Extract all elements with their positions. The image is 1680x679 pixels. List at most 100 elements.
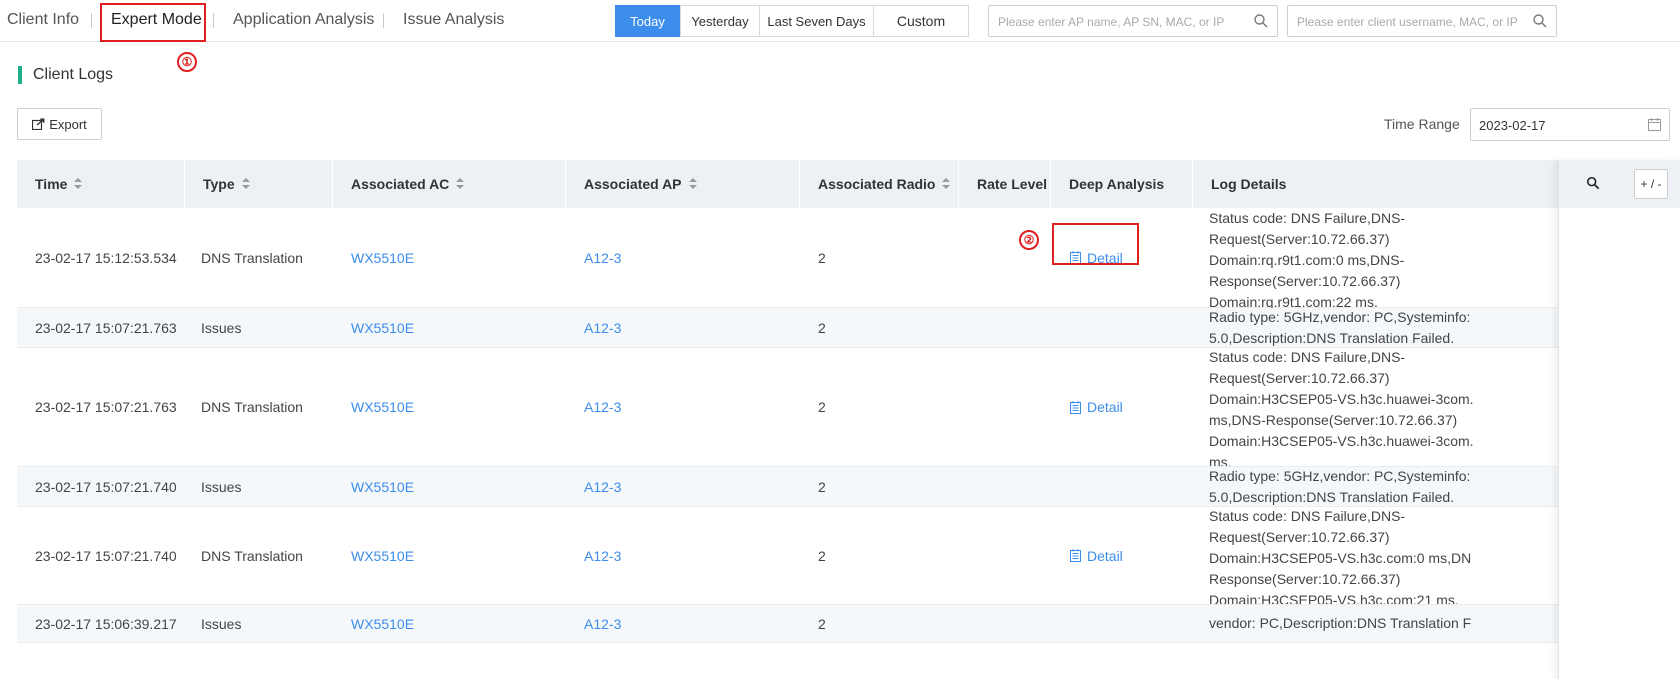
column-label: Log Details: [1211, 176, 1287, 192]
table-row[interactable]: 23-02-17 15:12:53.534 DNS Translation WX…: [17, 208, 1680, 308]
annotation-box-detail: [1052, 223, 1139, 265]
client-logs-table: Time Type Associated AC Associated AP As…: [17, 160, 1680, 643]
export-button[interactable]: Export: [17, 108, 102, 140]
table-header: Time Type Associated AC Associated AP As…: [17, 160, 1680, 208]
nav-divider: [383, 13, 384, 28]
export-label: Export: [49, 116, 87, 132]
search-icon[interactable]: [1586, 176, 1600, 190]
detail-label: Detail: [1087, 399, 1123, 415]
cell-associated-ap-link[interactable]: A12-3: [566, 308, 621, 347]
date-custom-button[interactable]: Custom: [873, 5, 969, 37]
cell-type: Issues: [201, 478, 242, 495]
cell-associated-ap-link[interactable]: A12-3: [566, 605, 621, 642]
sort-icon[interactable]: [688, 178, 697, 190]
cell-log-details: Radio type: 5GHz,vendor: PC,Systeminfo: …: [1209, 468, 1471, 505]
calendar-icon[interactable]: [1648, 118, 1661, 131]
column-associated-radio[interactable]: Associated Radio: [800, 160, 959, 208]
table-body: 23-02-17 15:12:53.534 DNS Translation WX…: [17, 208, 1680, 643]
cell-time: 23-02-17 15:07:21.763: [35, 319, 177, 336]
cell-type: DNS Translation: [201, 399, 303, 415]
column-toggle-button[interactable]: + / -: [1634, 169, 1668, 199]
column-label: Deep Analysis: [1069, 176, 1165, 192]
cell-associated-ap-link[interactable]: A12-3: [566, 467, 621, 506]
sort-icon[interactable]: [942, 178, 951, 190]
cell-type: DNS Translation: [201, 547, 303, 564]
section-accent-bar: [18, 66, 22, 84]
cell-radio: 2: [818, 615, 826, 632]
cell-radio: 2: [818, 319, 826, 336]
cell-associated-ap-link[interactable]: A12-3: [566, 507, 621, 604]
sort-icon[interactable]: [74, 178, 83, 190]
cell-time: 23-02-17 15:12:53.534: [35, 249, 177, 266]
date-yesterday-button[interactable]: Yesterday: [680, 5, 760, 37]
cell-log-details: Radio type: 5GHz,vendor: PC,Systeminfo: …: [1209, 309, 1471, 346]
top-nav-bar: Client Info Expert Mode Application Anal…: [0, 0, 1680, 42]
column-associated-ac[interactable]: Associated AC: [333, 160, 566, 208]
column-label: Associated Radio: [818, 176, 936, 192]
cell-associated-ac-link[interactable]: WX5510E: [333, 348, 414, 466]
column-type[interactable]: Type: [185, 160, 333, 208]
time-range-label: Time Range: [1384, 116, 1460, 132]
table-row[interactable]: 23-02-17 15:07:21.740 Issues WX5510E A12…: [17, 467, 1680, 507]
column-label: Time: [35, 176, 68, 192]
detail-link[interactable]: Detail: [1069, 548, 1123, 564]
section-title: Client Logs: [18, 65, 113, 85]
cell-radio: 2: [818, 478, 826, 495]
client-search-placeholder: Please enter client username, MAC, or IP: [1297, 15, 1518, 29]
table-row[interactable]: 23-02-17 15:07:21.763 DNS Translation WX…: [17, 348, 1680, 467]
table-row[interactable]: 23-02-17 15:07:21.740 DNS Translation WX…: [17, 507, 1680, 605]
page-title: Client Logs: [33, 66, 114, 83]
search-icon[interactable]: [1253, 13, 1269, 29]
column-label: Associated AC: [351, 176, 450, 192]
tab-client-info[interactable]: Client Info: [7, 11, 79, 29]
time-range-input[interactable]: 2023-02-17: [1470, 108, 1670, 141]
ap-search-input[interactable]: Please enter AP name, AP SN, MAC, or IP: [988, 5, 1278, 37]
column-deep-analysis: Deep Analysis: [1051, 160, 1193, 208]
cell-type: Issues: [201, 319, 242, 336]
date-today-button[interactable]: Today: [615, 5, 680, 37]
tab-issue-analysis[interactable]: Issue Analysis: [403, 11, 504, 29]
cell-associated-ac-link[interactable]: WX5510E: [333, 308, 414, 347]
document-icon: [1070, 549, 1081, 562]
tab-application-analysis[interactable]: Application Analysis: [233, 11, 374, 29]
column-log-details: Log Details: [1193, 160, 1559, 208]
cell-associated-ap-link[interactable]: A12-3: [566, 208, 621, 307]
nav-divider: [91, 13, 92, 28]
annotation-box-expert-mode: [100, 3, 206, 42]
date-last-seven-days-button[interactable]: Last Seven Days: [759, 5, 874, 37]
nav-divider: [213, 13, 214, 28]
cell-log-details: Status code: DNS Failure,DNS- Request(Se…: [1209, 508, 1472, 604]
cell-associated-ap-link[interactable]: A12-3: [566, 348, 621, 466]
cell-associated-ac-link[interactable]: WX5510E: [333, 507, 414, 604]
column-label: Rate Level: [977, 176, 1048, 192]
cell-time: 23-02-17 15:07:21.740: [35, 547, 177, 564]
cell-time: 23-02-17 15:06:39.217: [35, 615, 177, 632]
annotation-marker-1: ①: [177, 52, 197, 72]
time-range-value: 2023-02-17: [1479, 118, 1546, 133]
column-label: Associated AP: [584, 176, 682, 192]
cell-type: DNS Translation: [201, 249, 303, 266]
ap-search-placeholder: Please enter AP name, AP SN, MAC, or IP: [998, 15, 1225, 29]
fixed-column-header: + / -: [1559, 160, 1680, 208]
search-icon[interactable]: [1532, 13, 1548, 29]
cell-associated-ac-link[interactable]: WX5510E: [333, 467, 414, 506]
document-icon: [1070, 400, 1081, 414]
cell-time: 23-02-17 15:07:21.740: [35, 478, 177, 495]
column-label: Type: [203, 176, 235, 192]
cell-associated-ac-link[interactable]: WX5510E: [333, 605, 414, 642]
cell-radio: 2: [818, 249, 826, 266]
sort-icon[interactable]: [241, 178, 250, 190]
client-search-input[interactable]: Please enter client username, MAC, or IP: [1287, 5, 1557, 37]
table-row[interactable]: 23-02-17 15:07:21.763 Issues WX5510E A12…: [17, 308, 1680, 348]
table-row[interactable]: 23-02-17 15:06:39.217 Issues WX5510E A12…: [17, 605, 1680, 643]
column-rate-level: Rate Level: [959, 160, 1051, 208]
export-icon: [32, 118, 45, 130]
column-time[interactable]: Time: [17, 160, 185, 208]
detail-link[interactable]: Detail: [1069, 399, 1123, 415]
cell-radio: 2: [818, 547, 826, 564]
sort-icon[interactable]: [456, 178, 465, 190]
fixed-action-column: + / -: [1558, 160, 1680, 679]
column-associated-ap[interactable]: Associated AP: [566, 160, 800, 208]
cell-log-details: vendor: PC,Description:DNS Translation F: [1209, 615, 1472, 631]
cell-associated-ac-link[interactable]: WX5510E: [333, 208, 414, 307]
